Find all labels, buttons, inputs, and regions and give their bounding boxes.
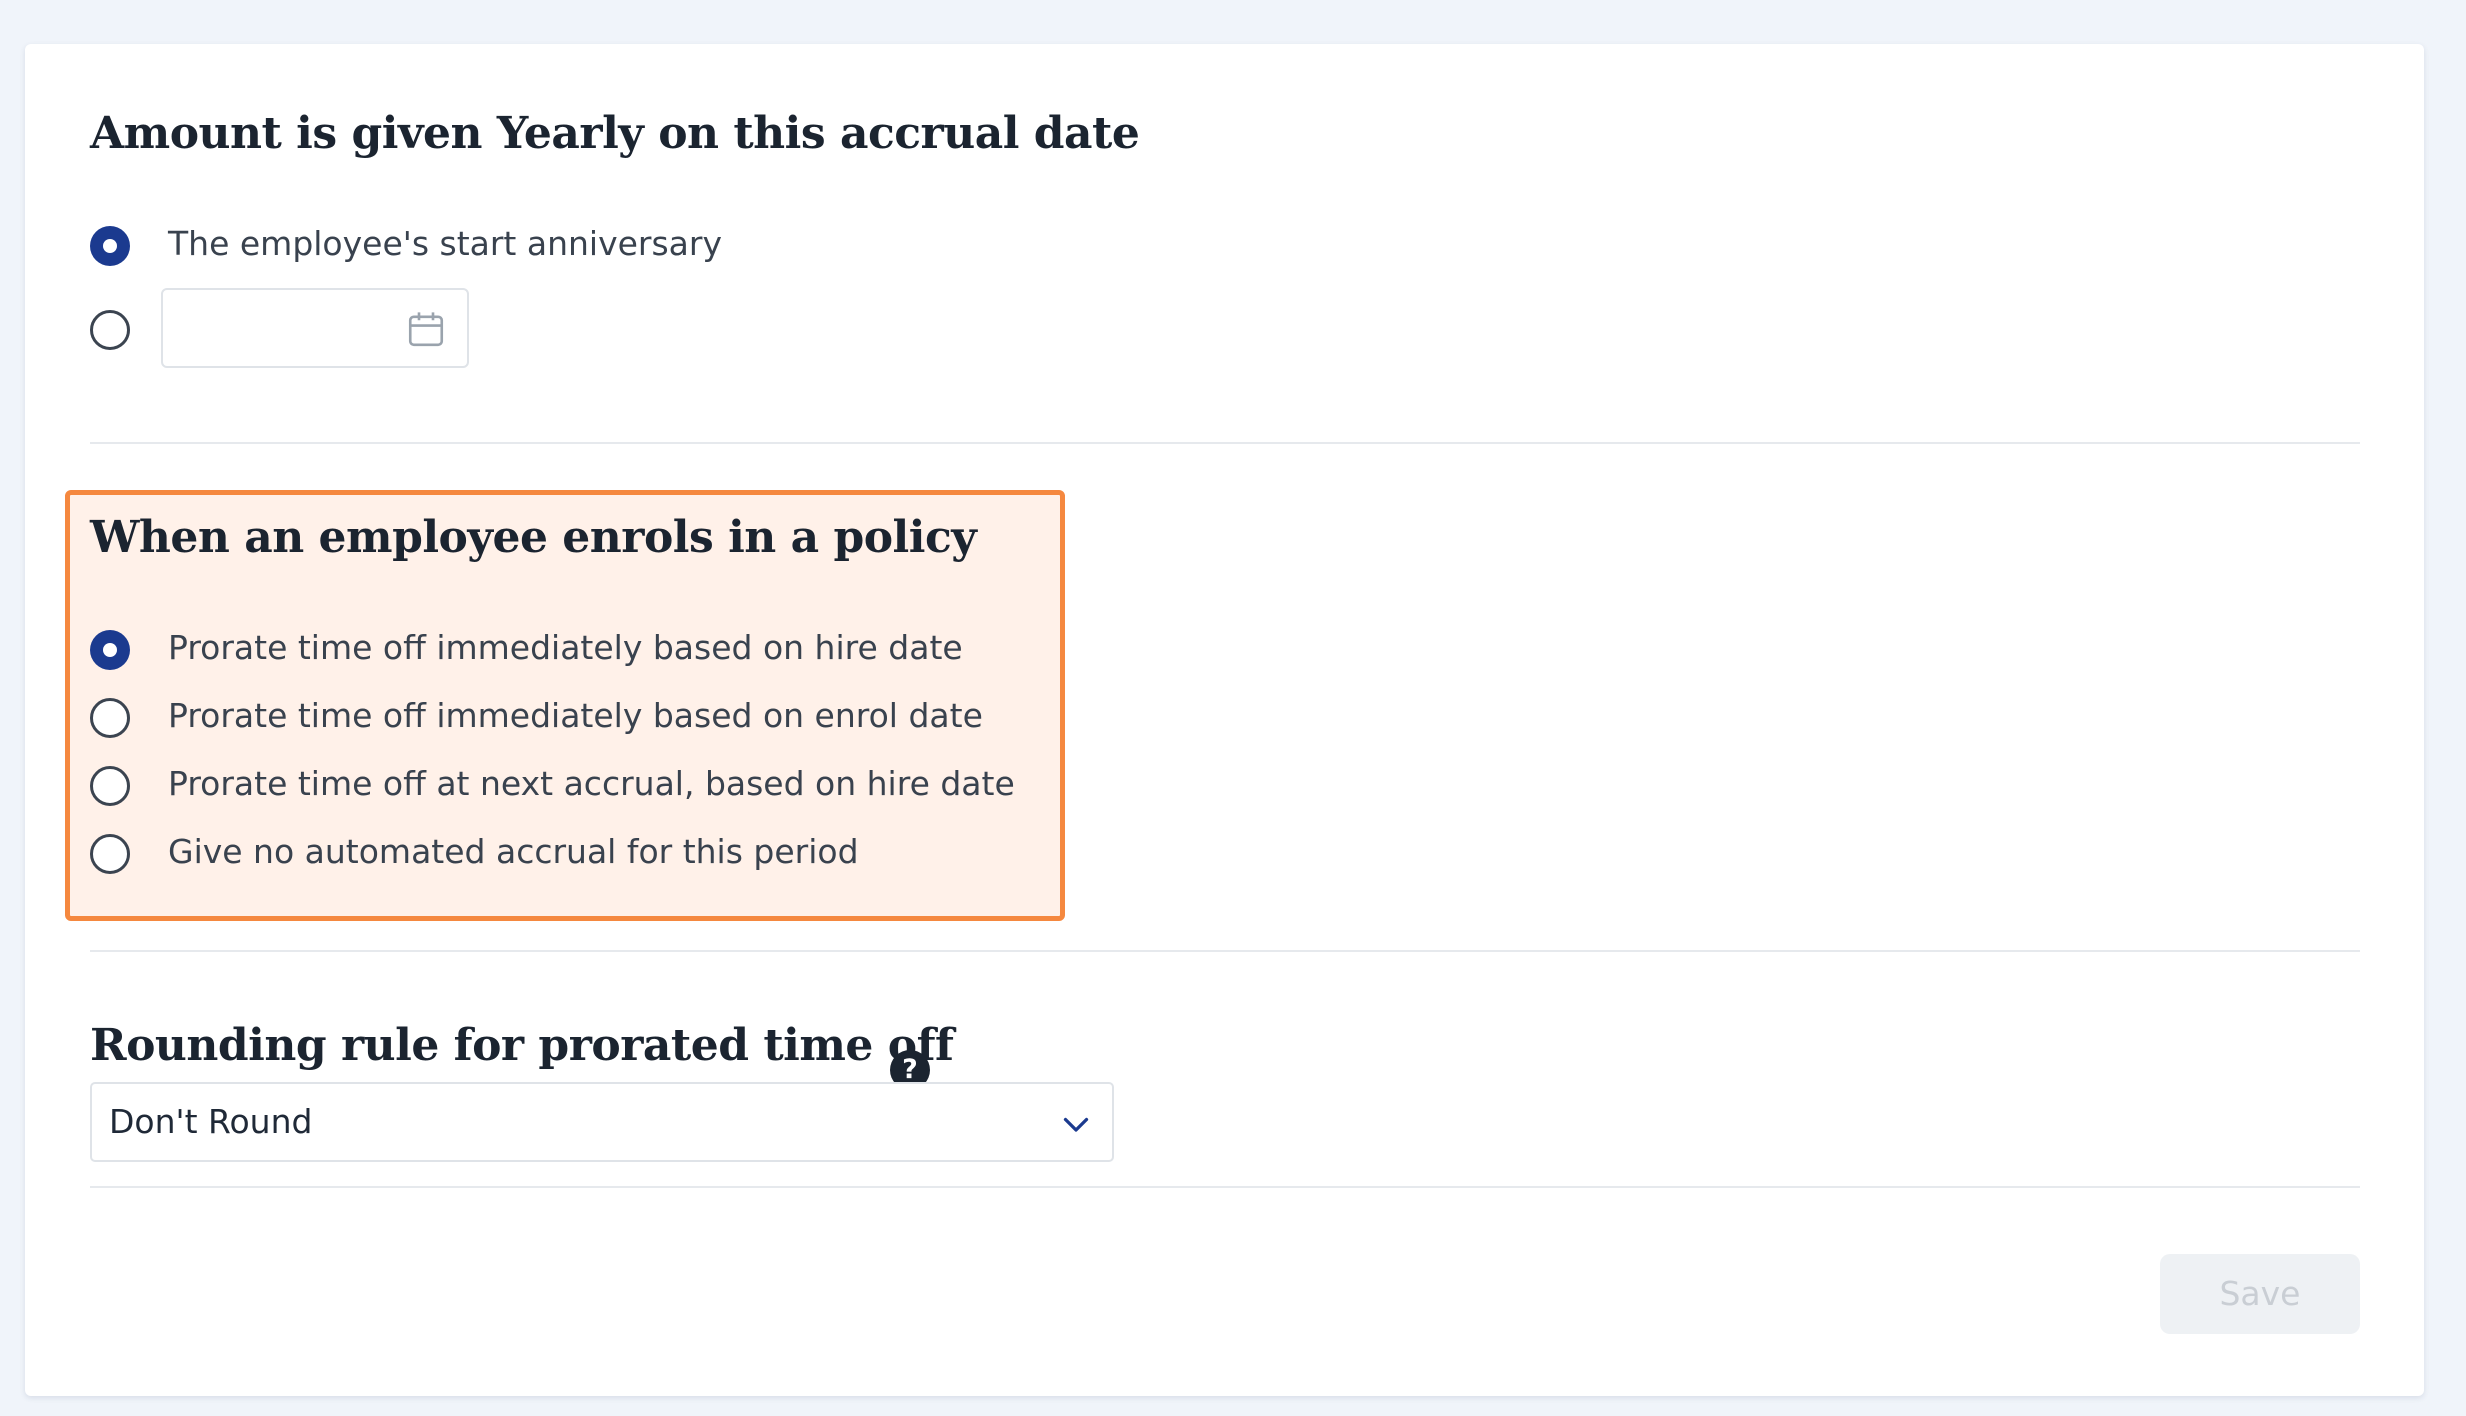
radio-custom-date[interactable] bbox=[90, 310, 130, 350]
enrol-policy-heading: When an employee enrols in a policy bbox=[90, 512, 977, 563]
settings-card: Amount is given Yearly on this accrual d… bbox=[25, 44, 2424, 1396]
save-button[interactable]: Save bbox=[2160, 1254, 2360, 1334]
section-divider bbox=[90, 442, 2360, 444]
chevron-down-icon[interactable] bbox=[1058, 1106, 1094, 1142]
radio-no-automated-accrual[interactable] bbox=[90, 834, 130, 874]
radio-prorate-next-accrual[interactable] bbox=[90, 766, 130, 806]
prorate-next-accrual-label: Prorate time off at next accrual, based … bbox=[168, 764, 1015, 803]
calendar-icon[interactable] bbox=[405, 308, 447, 350]
radio-prorate-hire-date[interactable] bbox=[90, 630, 130, 670]
no-automated-accrual-label: Give no automated accrual for this perio… bbox=[168, 832, 859, 871]
radio-start-anniversary[interactable] bbox=[90, 226, 130, 266]
prorate-enrol-date-label: Prorate time off immediately based on en… bbox=[168, 696, 983, 735]
section-divider bbox=[90, 1186, 2360, 1188]
accrual-date-input[interactable] bbox=[161, 288, 469, 368]
rounding-rule-heading: Rounding rule for prorated time off bbox=[90, 1020, 954, 1071]
section-divider bbox=[90, 950, 2360, 952]
accrual-date-heading: Amount is given Yearly on this accrual d… bbox=[90, 108, 1140, 159]
rounding-rule-value: Don't Round bbox=[109, 1102, 313, 1141]
prorate-hire-date-label: Prorate time off immediately based on hi… bbox=[168, 628, 963, 667]
radio-prorate-enrol-date[interactable] bbox=[90, 698, 130, 738]
rounding-rule-select[interactable]: Don't Round bbox=[90, 1082, 1114, 1162]
start-anniversary-label: The employee's start anniversary bbox=[168, 224, 722, 263]
